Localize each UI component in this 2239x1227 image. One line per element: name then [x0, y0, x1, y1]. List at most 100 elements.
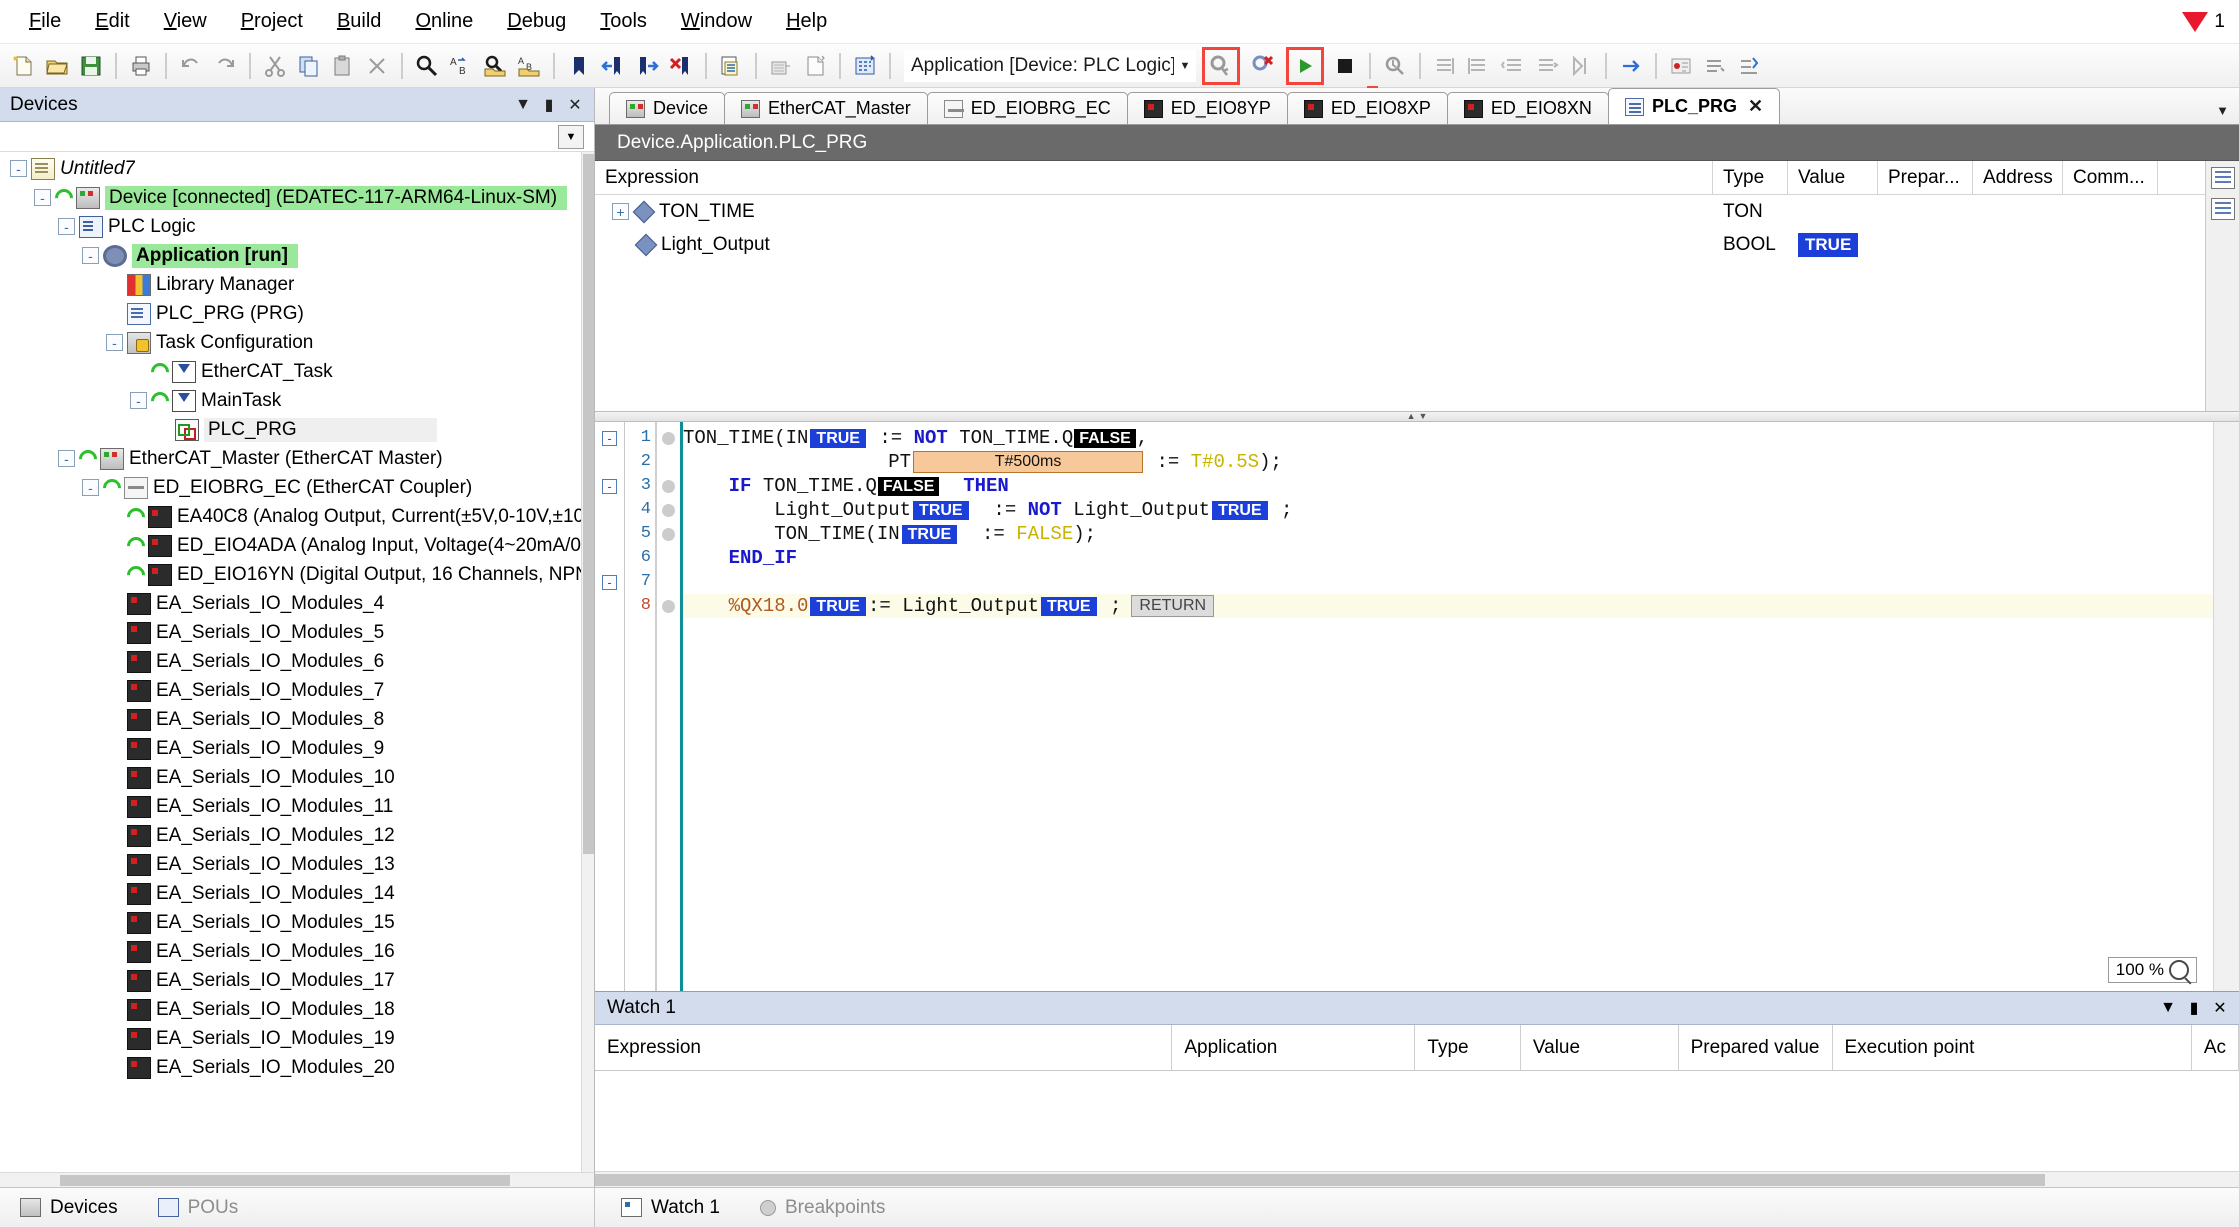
- declaration-prepared-cell[interactable]: [1878, 228, 1973, 261]
- breakpoint-dot-icon[interactable]: [662, 480, 675, 493]
- code-breakpoint-slot[interactable]: [657, 426, 680, 450]
- declaration-comment-cell[interactable]: [2063, 195, 2158, 228]
- logout-icon[interactable]: [1204, 49, 1238, 83]
- code-line[interactable]: IF TON_TIME.QFALSE THEN: [683, 474, 2239, 498]
- editor-tab-overflow-icon[interactable]: ▼: [2216, 103, 2229, 118]
- tree-item[interactable]: -Application [run]: [0, 241, 594, 270]
- column-address[interactable]: Address: [1973, 161, 2063, 195]
- devices-panel-close-icon[interactable]: ✕: [562, 95, 588, 115]
- tree-item[interactable]: EA_Serials_IO_Modules_19: [0, 1024, 594, 1053]
- replace-in-files-icon[interactable]: AB: [512, 49, 546, 83]
- devices-tree-hscroll-thumb[interactable]: [60, 1175, 510, 1186]
- editor-zoom-control[interactable]: 100 %: [2108, 957, 2197, 983]
- tree-item[interactable]: ED_EIO4ADA (Analog Input, Voltage(4~20mA…: [0, 531, 594, 560]
- cut-icon[interactable]: [258, 49, 292, 83]
- tree-expander-icon[interactable]: -: [10, 160, 27, 177]
- menu-help[interactable]: Help: [769, 6, 844, 37]
- step-over-icon[interactable]: [1428, 49, 1462, 83]
- declaration-comment-cell[interactable]: [2063, 228, 2158, 261]
- editor-tab-plc_prg[interactable]: PLC_PRG✕: [1608, 88, 1780, 124]
- tree-item[interactable]: -MainTask: [0, 386, 594, 415]
- watch-column-application[interactable]: Application: [1172, 1025, 1415, 1071]
- build-icon[interactable]: [764, 49, 798, 83]
- devices-tree-vscroll-thumb[interactable]: [583, 154, 594, 854]
- tree-expander-icon[interactable]: -: [58, 218, 75, 235]
- paste-icon[interactable]: [326, 49, 360, 83]
- editor-tab-device[interactable]: Device: [609, 92, 725, 124]
- tree-expander-icon[interactable]: -: [130, 392, 147, 409]
- delete-icon[interactable]: [360, 49, 394, 83]
- tree-expander-icon[interactable]: -: [82, 247, 99, 264]
- code-breakpoint-slot[interactable]: [657, 522, 680, 546]
- editor-tab-ed_eiobrg_ec[interactable]: ED_EIOBRG_EC: [927, 92, 1128, 124]
- code-text[interactable]: TON_TIME(INTRUE := NOT TON_TIME.QFALSE, …: [683, 422, 2239, 991]
- watch-list-icon[interactable]: [2211, 167, 2235, 189]
- bookmark-icon[interactable]: [562, 49, 596, 83]
- breakpoints-icon[interactable]: [1664, 49, 1698, 83]
- code-fold-toggle-icon[interactable]: -: [602, 431, 617, 446]
- magnifier-icon[interactable]: [2169, 960, 2189, 980]
- code-line[interactable]: Light_OutputTRUE := NOT Light_OutputTRUE…: [683, 498, 2239, 522]
- tree-item[interactable]: -EtherCAT_Master (EtherCAT Master): [0, 444, 594, 473]
- watch-column-value[interactable]: Value: [1521, 1025, 1679, 1071]
- menu-edit[interactable]: Edit: [78, 6, 146, 37]
- editor-tab-ed_eio8yp[interactable]: ED_EIO8YP: [1127, 92, 1288, 124]
- declaration-row[interactable]: +TON_TIMETON: [595, 195, 2205, 228]
- editor-tab-ethercat_master[interactable]: EtherCAT_Master: [724, 92, 928, 124]
- tree-expander-icon[interactable]: -: [58, 450, 75, 467]
- menu-window[interactable]: Window: [664, 6, 769, 37]
- breakpoint-dot-icon[interactable]: [662, 600, 675, 613]
- status-tab-breakpoints[interactable]: Breakpoints: [740, 1188, 905, 1227]
- menu-build[interactable]: Build: [320, 6, 398, 37]
- new-file-icon[interactable]: [6, 49, 40, 83]
- properties-icon[interactable]: [714, 49, 748, 83]
- previous-bookmark-icon[interactable]: [596, 49, 630, 83]
- tree-item[interactable]: EA_Serials_IO_Modules_14: [0, 879, 594, 908]
- code-line[interactable]: PTT#500ms := T#0.5S);: [683, 450, 2239, 474]
- declaration-type-cell[interactable]: TON: [1713, 195, 1788, 228]
- tree-item[interactable]: EA_Serials_IO_Modules_9: [0, 734, 594, 763]
- code-line[interactable]: %QX18.0TRUE:= Light_OutputTRUE ;RETURN: [683, 594, 2239, 618]
- tree-item[interactable]: Library Manager: [0, 270, 594, 299]
- tree-item[interactable]: EA_Serials_IO_Modules_12: [0, 821, 594, 850]
- status-tab-devices[interactable]: Devices: [0, 1188, 138, 1227]
- declaration-address-cell[interactable]: [1973, 195, 2063, 228]
- declaration-value-cell[interactable]: TRUE: [1788, 228, 1878, 261]
- save-project-icon[interactable]: [74, 49, 108, 83]
- breakpoint-dot-icon[interactable]: [662, 504, 675, 517]
- watch-hscroll-thumb[interactable]: [595, 1174, 2045, 1186]
- editor-tab-ed_eio8xp[interactable]: ED_EIO8XP: [1287, 92, 1448, 124]
- breakpoint-dot-icon[interactable]: [662, 528, 675, 541]
- code-fold-toggle-icon[interactable]: -: [602, 479, 617, 494]
- stop-application-icon[interactable]: [1246, 49, 1280, 83]
- login-icon[interactable]: [848, 49, 882, 83]
- application-selector-arrow[interactable]: ▼: [1174, 50, 1196, 82]
- declaration-type-cell[interactable]: BOOL: [1713, 228, 1788, 261]
- devices-tree-dropdown-icon[interactable]: ▼: [558, 125, 584, 149]
- watch-panel-dropdown-icon[interactable]: ▼: [2155, 999, 2181, 1017]
- menu-file[interactable]: File: [12, 6, 78, 37]
- tree-item[interactable]: EA_Serials_IO_Modules_7: [0, 676, 594, 705]
- editor-tab-ed_eio8xn[interactable]: ED_EIO8XN: [1447, 92, 1609, 124]
- find-icon[interactable]: [410, 49, 444, 83]
- application-selector[interactable]: Application [Device: PLC Logic]: [904, 50, 1174, 82]
- tree-item[interactable]: EA_Serials_IO_Modules_18: [0, 995, 594, 1024]
- tree-expander-icon[interactable]: -: [82, 479, 99, 496]
- clear-bookmarks-icon[interactable]: [664, 49, 698, 83]
- undo-icon[interactable]: [174, 49, 208, 83]
- tree-item[interactable]: EA_Serials_IO_Modules_10: [0, 763, 594, 792]
- declaration-expander-icon[interactable]: +: [612, 203, 629, 220]
- next-bookmark-icon[interactable]: [630, 49, 664, 83]
- step-out-icon[interactable]: [1496, 49, 1530, 83]
- redo-icon[interactable]: [208, 49, 242, 83]
- watch-table-body[interactable]: [595, 1071, 2239, 1171]
- show-next-statement-icon[interactable]: [1614, 49, 1648, 83]
- declaration-value-cell[interactable]: [1788, 195, 1878, 228]
- tree-item[interactable]: -Untitled7: [0, 154, 594, 183]
- tree-item[interactable]: EA_Serials_IO_Modules_17: [0, 966, 594, 995]
- column-comment[interactable]: Comm...: [2063, 161, 2158, 195]
- code-line[interactable]: [683, 570, 2239, 594]
- splitter-down-icon[interactable]: ▼: [1419, 412, 1428, 421]
- tree-expander-icon[interactable]: -: [34, 189, 51, 206]
- run-to-cursor-icon[interactable]: [1530, 49, 1564, 83]
